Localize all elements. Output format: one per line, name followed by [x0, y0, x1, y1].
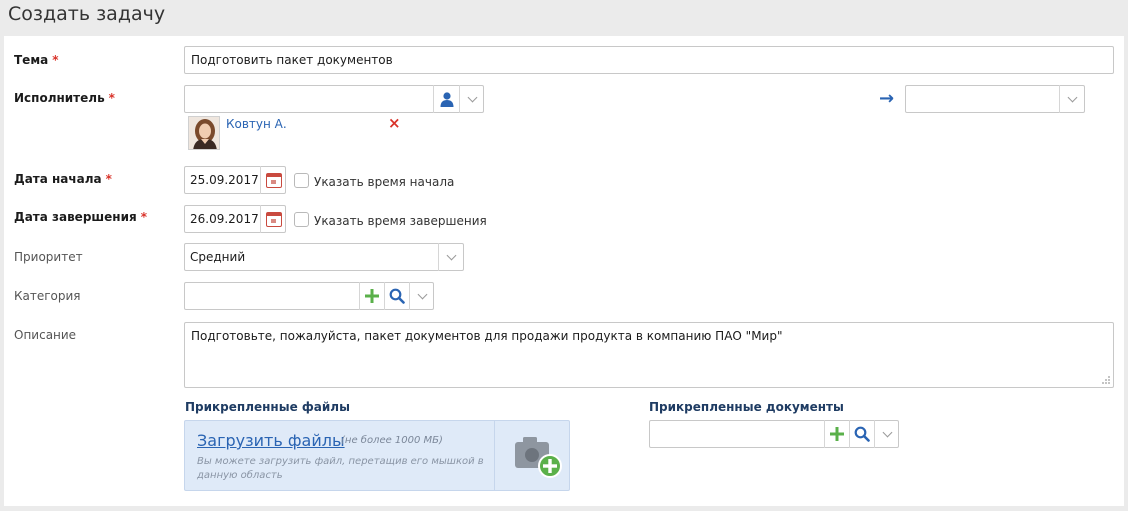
remove-assignee-icon[interactable]: × — [388, 114, 401, 132]
category-label: Категория — [14, 289, 81, 303]
start-date-input[interactable]: 25.09.2017 — [185, 173, 259, 187]
subject-label-text: Тема — [14, 53, 49, 67]
assignee-name-link[interactable]: Ковтун А. — [226, 117, 287, 131]
required-mark: * — [52, 53, 59, 67]
chevron-down-icon — [467, 92, 477, 102]
priority-select[interactable]: Средний — [184, 243, 464, 271]
end-date-label: Дата завершения * — [14, 210, 147, 224]
priority-value: Средний — [190, 250, 246, 264]
start-date-calendar-button[interactable] — [260, 166, 286, 194]
description-text: Подготовьте, пожалуйста, пакет документо… — [191, 329, 783, 343]
add-document-button[interactable] — [824, 420, 849, 448]
add-category-button[interactable] — [359, 282, 384, 310]
assignee-dropdown-button[interactable] — [459, 85, 484, 113]
chevron-down-icon — [417, 289, 427, 299]
start-time-checkbox-label[interactable]: Указать время начала — [314, 175, 454, 189]
create-task-form: Тема * Подготовить пакет документов Испол… — [4, 36, 1124, 506]
priority-label: Приоритет — [14, 250, 83, 264]
start-date-field: 25.09.2017 — [184, 166, 286, 194]
category-lookup — [184, 282, 434, 310]
priority-dropdown-button[interactable] — [438, 243, 464, 271]
required-mark: * — [140, 210, 147, 224]
end-time-checkbox[interactable] — [294, 212, 309, 227]
camera-add-icon[interactable] — [513, 434, 563, 480]
required-mark: * — [108, 91, 115, 105]
end-date-input[interactable]: 26.09.2017 — [185, 212, 259, 226]
subject-input-value: Подготовить пакет документов — [191, 53, 393, 67]
end-time-checkbox-label[interactable]: Указать время завершения — [314, 214, 487, 228]
assignee-label: Исполнитель * — [14, 91, 115, 105]
page-title: Создать задачу — [8, 3, 166, 25]
category-input[interactable] — [185, 283, 359, 309]
documents-dropdown-button[interactable] — [874, 420, 899, 448]
search-icon — [389, 288, 405, 304]
avatar — [188, 116, 220, 150]
description-label: Описание — [14, 328, 77, 342]
attached-documents-title: Прикрепленные документы — [649, 400, 844, 414]
documents-input[interactable] — [650, 421, 824, 447]
dropzone-divider — [494, 421, 495, 490]
assignee-label-text: Исполнитель — [14, 91, 105, 105]
upload-hint-text: Вы можете загрузить файл, перетащив его … — [197, 456, 484, 481]
arrow-right-icon: → — [879, 88, 895, 109]
chevron-down-icon — [1067, 92, 1078, 102]
subject-label: Тема * — [14, 53, 59, 67]
chevron-down-icon — [446, 250, 457, 260]
forward-assignee-select[interactable] — [905, 85, 1085, 113]
search-icon — [854, 426, 870, 442]
chevron-down-icon — [882, 427, 892, 437]
end-date-label-text: Дата завершения — [14, 210, 137, 224]
plus-icon — [830, 427, 844, 441]
forward-dropdown-button[interactable] — [1059, 85, 1085, 113]
search-document-button[interactable] — [849, 420, 874, 448]
start-time-checkbox[interactable] — [294, 173, 309, 188]
upload-limit-text: (не более 1000 МБ) — [341, 435, 443, 446]
search-category-button[interactable] — [384, 282, 409, 310]
category-dropdown-button[interactable] — [409, 282, 434, 310]
resize-grip-icon[interactable] — [1102, 376, 1110, 384]
start-date-label-text: Дата начала — [14, 172, 102, 186]
calendar-icon — [265, 211, 282, 227]
file-dropzone[interactable]: Загрузить файлы (не более 1000 МБ) Вы мо… — [184, 420, 570, 491]
user-icon — [440, 92, 453, 107]
calendar-icon — [265, 172, 282, 188]
documents-lookup — [649, 420, 899, 448]
attached-files-title: Прикрепленные файлы — [185, 400, 350, 414]
subject-input[interactable]: Подготовить пакет документов — [184, 46, 1114, 74]
upload-files-link[interactable]: Загрузить файлы — [197, 431, 345, 450]
plus-icon — [365, 289, 379, 303]
end-date-field: 26.09.2017 — [184, 205, 286, 233]
avatar-image — [189, 117, 219, 149]
assignee-lookup — [184, 85, 484, 113]
end-date-calendar-button[interactable] — [260, 205, 286, 233]
description-textarea[interactable]: Подготовьте, пожалуйста, пакет документо… — [184, 322, 1114, 388]
select-user-button[interactable] — [433, 85, 459, 113]
start-date-label: Дата начала * — [14, 172, 112, 186]
assignee-input[interactable] — [185, 86, 433, 112]
required-mark: * — [105, 172, 112, 186]
